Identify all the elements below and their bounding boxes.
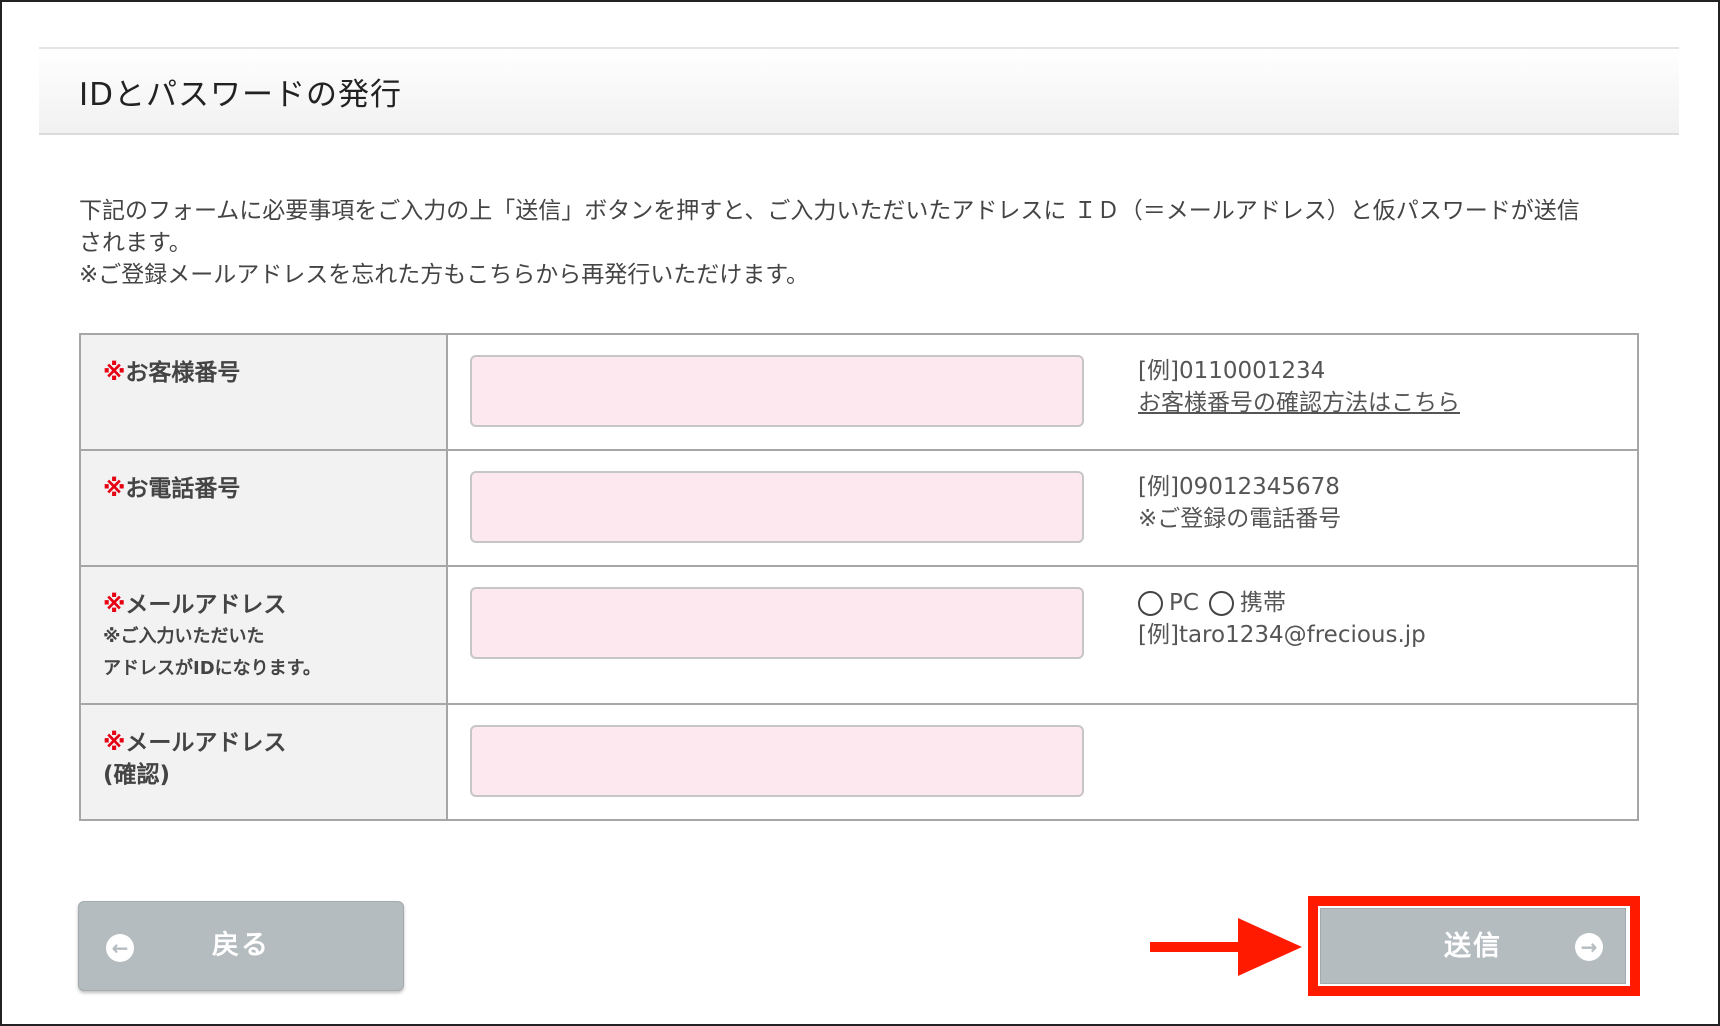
customer-number-help-link[interactable]: お客様番号の確認方法はこちら bbox=[1138, 387, 1460, 419]
customer-number-label: ※お客様番号 bbox=[103, 360, 241, 386]
annotation-arrow-icon bbox=[1150, 918, 1302, 976]
phone-number-example: [例]09012345678 bbox=[1138, 474, 1340, 500]
phone-number-input[interactable] bbox=[470, 471, 1084, 543]
form-row-email: ※メールアドレス ※ご入力いただいた アドレスがIDになります。 PC 携帯 [… bbox=[81, 567, 1637, 705]
phone-number-note: ※ご登録の電話番号 bbox=[1138, 506, 1342, 532]
required-mark: ※ bbox=[103, 592, 126, 618]
row-label: ※お電話番号 bbox=[81, 451, 448, 565]
radio-mobile-label: 携帯 bbox=[1239, 590, 1286, 616]
intro-text: 下記のフォームに必要事項をご入力の上「送信」ボタンを押すと、ご入力いただいたアド… bbox=[79, 195, 1659, 291]
arrow-right-circle-icon: → bbox=[1575, 933, 1603, 961]
page-title: IDとパスワードの発行 bbox=[79, 77, 403, 113]
email-confirm-input[interactable] bbox=[470, 725, 1084, 797]
back-button-label: 戻る bbox=[212, 930, 270, 961]
email-example: [例]taro1234@frecious.jp bbox=[1138, 622, 1426, 648]
email-type-options: PC 携帯 bbox=[1138, 587, 1426, 619]
form-row-email-confirm: ※メールアドレス (確認) bbox=[81, 705, 1637, 819]
back-button[interactable]: ← 戻る bbox=[78, 901, 404, 991]
radio-pc[interactable] bbox=[1138, 590, 1163, 616]
email-input[interactable] bbox=[470, 587, 1084, 659]
customer-number-hint: [例]0110001234 お客様番号の確認方法はこちら bbox=[1138, 355, 1460, 419]
email-confirm-sub: (確認) bbox=[103, 762, 171, 788]
email-confirm-label: ※メールアドレス bbox=[103, 730, 287, 756]
page-header: IDとパスワードの発行 bbox=[39, 47, 1679, 135]
intro-line-2: されます。 bbox=[79, 230, 192, 256]
form-row-phone-number: ※お電話番号 [例]09012345678 ※ご登録の電話番号 bbox=[81, 451, 1637, 567]
submit-button[interactable]: 送信 → bbox=[1320, 908, 1626, 984]
row-label: ※メールアドレス ※ご入力いただいた アドレスがIDになります。 bbox=[81, 567, 448, 703]
radio-pc-label: PC bbox=[1169, 590, 1199, 616]
required-mark: ※ bbox=[103, 476, 126, 502]
email-note-line-2: アドレスがIDになります。 bbox=[103, 658, 321, 679]
phone-number-label: ※お電話番号 bbox=[103, 476, 241, 502]
intro-line-3: ※ご登録メールアドレスを忘れた方もこちらから再発行いただけます。 bbox=[79, 262, 809, 288]
required-mark: ※ bbox=[103, 730, 126, 756]
required-mark: ※ bbox=[103, 360, 126, 386]
radio-mobile[interactable] bbox=[1208, 590, 1234, 616]
phone-number-hint: [例]09012345678 ※ご登録の電話番号 bbox=[1138, 471, 1341, 535]
row-label: ※メールアドレス (確認) bbox=[81, 705, 448, 819]
page-frame: IDとパスワードの発行 下記のフォームに必要事項をご入力の上「送信」ボタンを押す… bbox=[0, 0, 1720, 1026]
customer-number-example: [例]0110001234 bbox=[1138, 358, 1326, 384]
customer-number-input[interactable] bbox=[470, 355, 1084, 427]
intro-line-1: 下記のフォームに必要事項をご入力の上「送信」ボタンを押すと、ご入力いただいたアド… bbox=[79, 198, 1580, 224]
form-row-customer-number: ※お客様番号 [例]0110001234 お客様番号の確認方法はこちら bbox=[81, 335, 1637, 451]
email-hint: PC 携帯 [例]taro1234@frecious.jp bbox=[1138, 587, 1426, 651]
row-label: ※お客様番号 bbox=[81, 335, 448, 449]
email-label: ※メールアドレス bbox=[103, 592, 287, 618]
email-note-line-1: ※ご入力いただいた bbox=[103, 626, 265, 647]
issue-form: ※お客様番号 [例]0110001234 お客様番号の確認方法はこちら ※お電話… bbox=[79, 333, 1639, 821]
